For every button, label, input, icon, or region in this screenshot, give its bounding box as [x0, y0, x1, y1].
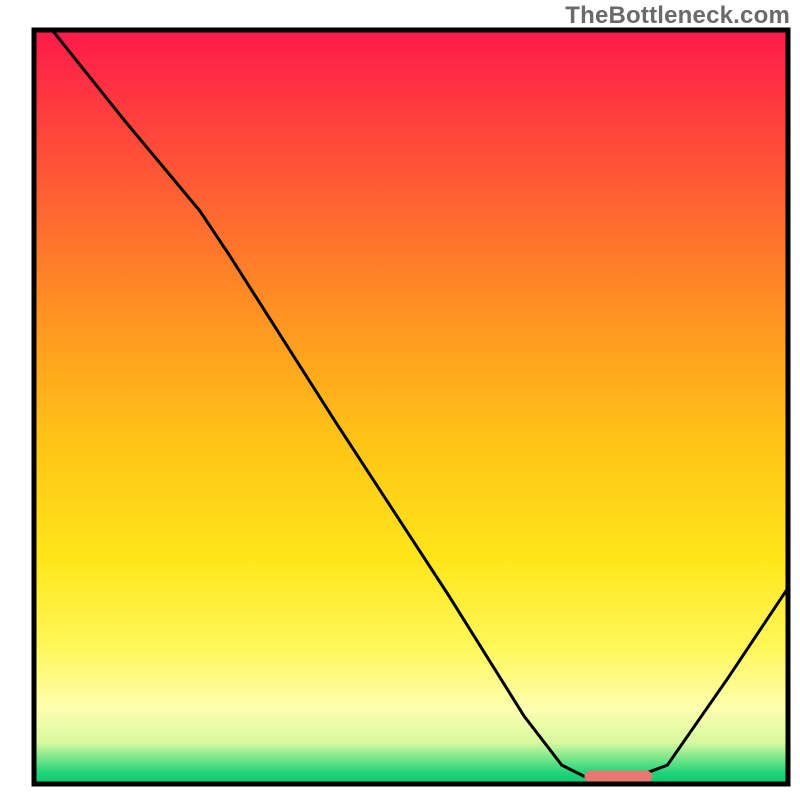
bottleneck-chart — [0, 0, 800, 800]
chart-container: TheBottleneck.com — [0, 0, 800, 800]
optimal-range-marker — [584, 770, 652, 782]
watermark-text: TheBottleneck.com — [565, 2, 790, 30]
plot-background — [34, 30, 788, 784]
